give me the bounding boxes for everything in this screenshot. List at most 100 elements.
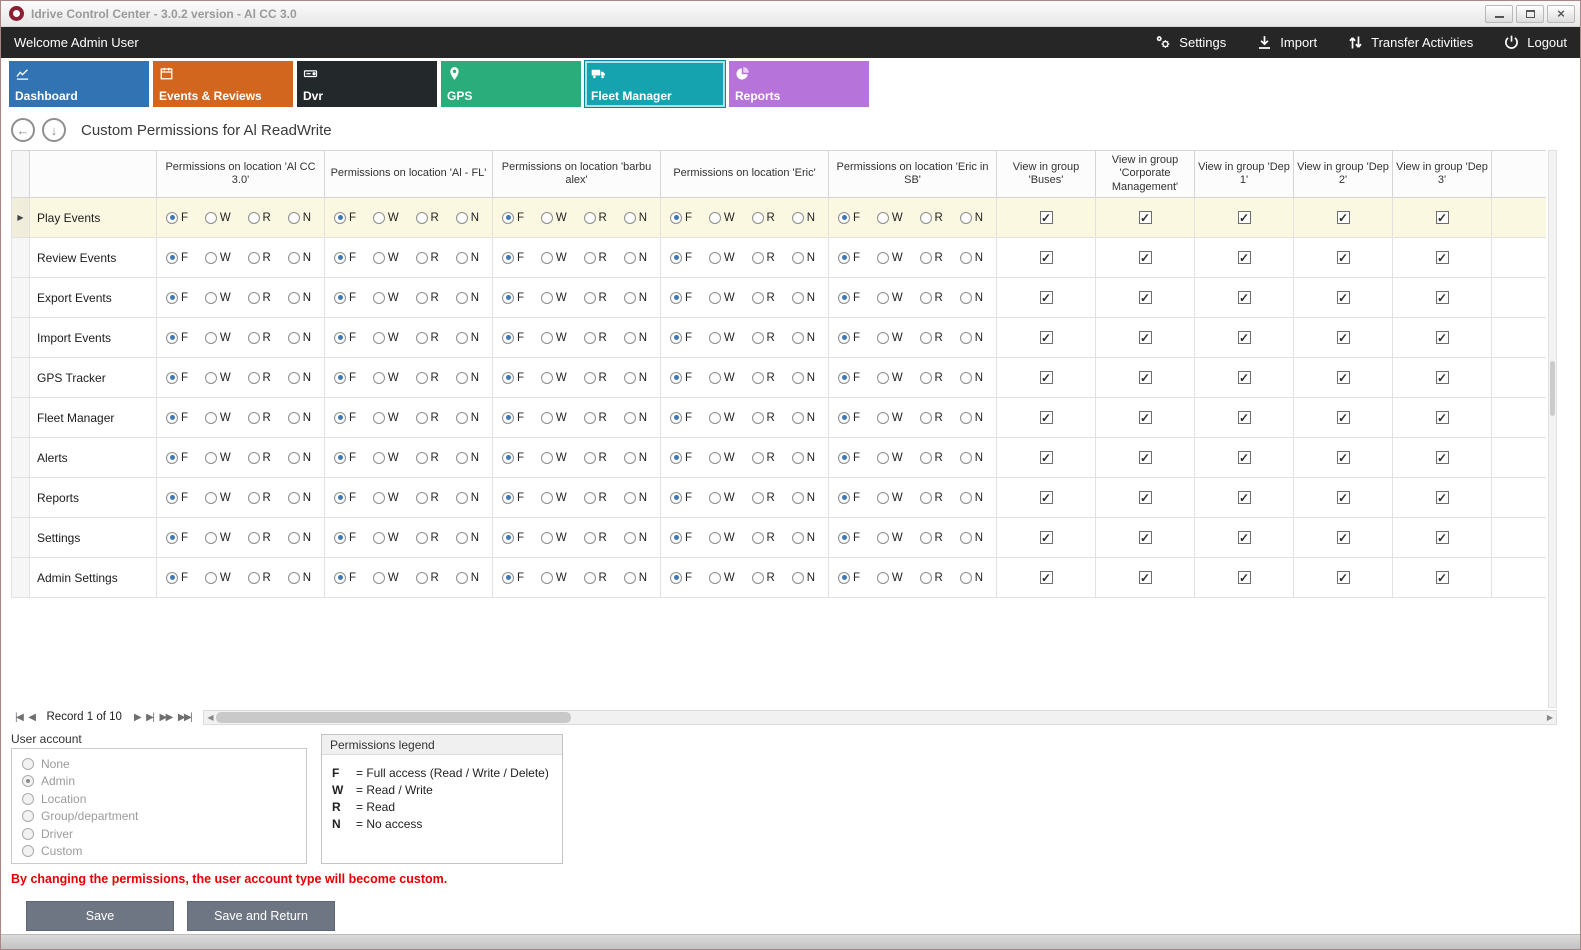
- radio-option-n[interactable]: N: [624, 372, 647, 384]
- group-checkbox[interactable]: ✓: [1040, 331, 1053, 344]
- first-record-button[interactable]: |◀: [15, 712, 22, 723]
- radio-option-n[interactable]: N: [624, 412, 647, 424]
- radio-option-n[interactable]: N: [288, 572, 311, 584]
- radio-option-f[interactable]: F: [838, 332, 860, 344]
- radio-option-r[interactable]: R: [416, 572, 439, 584]
- radio-option-r[interactable]: R: [584, 372, 607, 384]
- radio-option-r[interactable]: R: [920, 412, 943, 424]
- group-checkbox[interactable]: ✓: [1436, 411, 1449, 424]
- radio-option-r[interactable]: R: [416, 292, 439, 304]
- radio-option-n[interactable]: N: [960, 372, 983, 384]
- account-option-location[interactable]: Location: [22, 790, 296, 808]
- previous-record-button[interactable]: ◀: [28, 712, 34, 723]
- radio-option-w[interactable]: W: [373, 252, 399, 264]
- group-checkbox[interactable]: ✓: [1238, 291, 1251, 304]
- group-checkbox[interactable]: ✓: [1040, 411, 1053, 424]
- radio-option-f[interactable]: F: [670, 492, 692, 504]
- group-checkbox[interactable]: ✓: [1238, 571, 1251, 584]
- radio-option-f[interactable]: F: [670, 452, 692, 464]
- radio-option-r[interactable]: R: [416, 332, 439, 344]
- radio-option-f[interactable]: F: [670, 332, 692, 344]
- radio-option-f[interactable]: F: [838, 412, 860, 424]
- location-column-header[interactable]: Permissions on location 'Al - FL': [325, 151, 493, 198]
- radio-option-r[interactable]: R: [248, 572, 271, 584]
- radio-option-f[interactable]: F: [838, 492, 860, 504]
- radio-option-n[interactable]: N: [288, 212, 311, 224]
- permission-name[interactable]: Import Events: [30, 318, 157, 358]
- radio-option-n[interactable]: N: [456, 492, 479, 504]
- group-checkbox[interactable]: ✓: [1337, 211, 1350, 224]
- radio-option-n[interactable]: N: [624, 452, 647, 464]
- radio-option-w[interactable]: W: [877, 332, 903, 344]
- radio-option-r[interactable]: R: [416, 252, 439, 264]
- settings-button[interactable]: Settings: [1155, 34, 1226, 51]
- radio-option-n[interactable]: N: [792, 492, 815, 504]
- radio-option-w[interactable]: W: [877, 452, 903, 464]
- radio-option-r[interactable]: R: [248, 452, 271, 464]
- group-checkbox[interactable]: ✓: [1139, 291, 1152, 304]
- radio-option-f[interactable]: F: [166, 372, 188, 384]
- radio-option-r[interactable]: R: [920, 252, 943, 264]
- radio-option-r[interactable]: R: [248, 412, 271, 424]
- group-checkbox[interactable]: ✓: [1040, 371, 1053, 384]
- radio-option-f[interactable]: F: [670, 252, 692, 264]
- group-column-header[interactable]: View in group 'Dep 2': [1294, 151, 1393, 198]
- radio-option-w[interactable]: W: [373, 572, 399, 584]
- radio-option-f[interactable]: F: [166, 572, 188, 584]
- group-checkbox[interactable]: ✓: [1436, 571, 1449, 584]
- radio-option-n[interactable]: N: [288, 292, 311, 304]
- radio-option-w[interactable]: W: [541, 492, 567, 504]
- radio-option-n[interactable]: N: [288, 372, 311, 384]
- radio-option-f[interactable]: F: [670, 372, 692, 384]
- group-checkbox[interactable]: ✓: [1238, 411, 1251, 424]
- radio-option-w[interactable]: W: [877, 292, 903, 304]
- radio-option-r[interactable]: R: [416, 212, 439, 224]
- radio-option-n[interactable]: N: [624, 532, 647, 544]
- radio-option-r[interactable]: R: [584, 492, 607, 504]
- radio-option-r[interactable]: R: [248, 292, 271, 304]
- radio-option-n[interactable]: N: [960, 492, 983, 504]
- group-checkbox[interactable]: ✓: [1337, 251, 1350, 264]
- radio-option-f[interactable]: F: [334, 212, 356, 224]
- group-checkbox[interactable]: ✓: [1436, 331, 1449, 344]
- permission-name[interactable]: GPS Tracker: [30, 358, 157, 398]
- radio-option-f[interactable]: F: [838, 252, 860, 264]
- radio-option-f[interactable]: F: [334, 372, 356, 384]
- tab-dvr[interactable]: Dvr: [297, 61, 437, 107]
- group-checkbox[interactable]: ✓: [1040, 291, 1053, 304]
- group-checkbox[interactable]: ✓: [1337, 531, 1350, 544]
- radio-option-w[interactable]: W: [205, 412, 231, 424]
- radio-option-w[interactable]: W: [541, 572, 567, 584]
- group-checkbox[interactable]: ✓: [1139, 571, 1152, 584]
- radio-option-r[interactable]: R: [752, 212, 775, 224]
- radio-option-f[interactable]: F: [502, 452, 524, 464]
- radio-option-r[interactable]: R: [752, 412, 775, 424]
- location-column-header[interactable]: Permissions on location 'Eric': [661, 151, 829, 198]
- radio-option-w[interactable]: W: [373, 212, 399, 224]
- radio-option-n[interactable]: N: [792, 292, 815, 304]
- radio-option-w[interactable]: W: [709, 532, 735, 544]
- radio-option-w[interactable]: W: [877, 372, 903, 384]
- radio-option-n[interactable]: N: [624, 492, 647, 504]
- radio-option-f[interactable]: F: [334, 332, 356, 344]
- group-checkbox[interactable]: ✓: [1139, 331, 1152, 344]
- account-option-driver[interactable]: Driver: [22, 825, 296, 843]
- radio-option-f[interactable]: F: [502, 532, 524, 544]
- group-checkbox[interactable]: ✓: [1139, 411, 1152, 424]
- radio-option-n[interactable]: N: [456, 252, 479, 264]
- radio-option-n[interactable]: N: [624, 252, 647, 264]
- radio-option-w[interactable]: W: [541, 452, 567, 464]
- radio-option-n[interactable]: N: [792, 412, 815, 424]
- group-checkbox[interactable]: ✓: [1238, 491, 1251, 504]
- radio-option-n[interactable]: N: [456, 332, 479, 344]
- radio-option-f[interactable]: F: [166, 532, 188, 544]
- location-column-header[interactable]: Permissions on location 'barbu alex': [493, 151, 661, 198]
- vertical-scrollbar-thumb[interactable]: [1550, 361, 1555, 416]
- radio-option-w[interactable]: W: [205, 372, 231, 384]
- group-checkbox[interactable]: ✓: [1337, 331, 1350, 344]
- next-page-button[interactable]: ▶▶: [159, 712, 171, 723]
- transfer-activities-button[interactable]: Transfer Activities: [1347, 34, 1473, 51]
- group-checkbox[interactable]: ✓: [1238, 211, 1251, 224]
- radio-option-r[interactable]: R: [752, 492, 775, 504]
- group-checkbox[interactable]: ✓: [1436, 531, 1449, 544]
